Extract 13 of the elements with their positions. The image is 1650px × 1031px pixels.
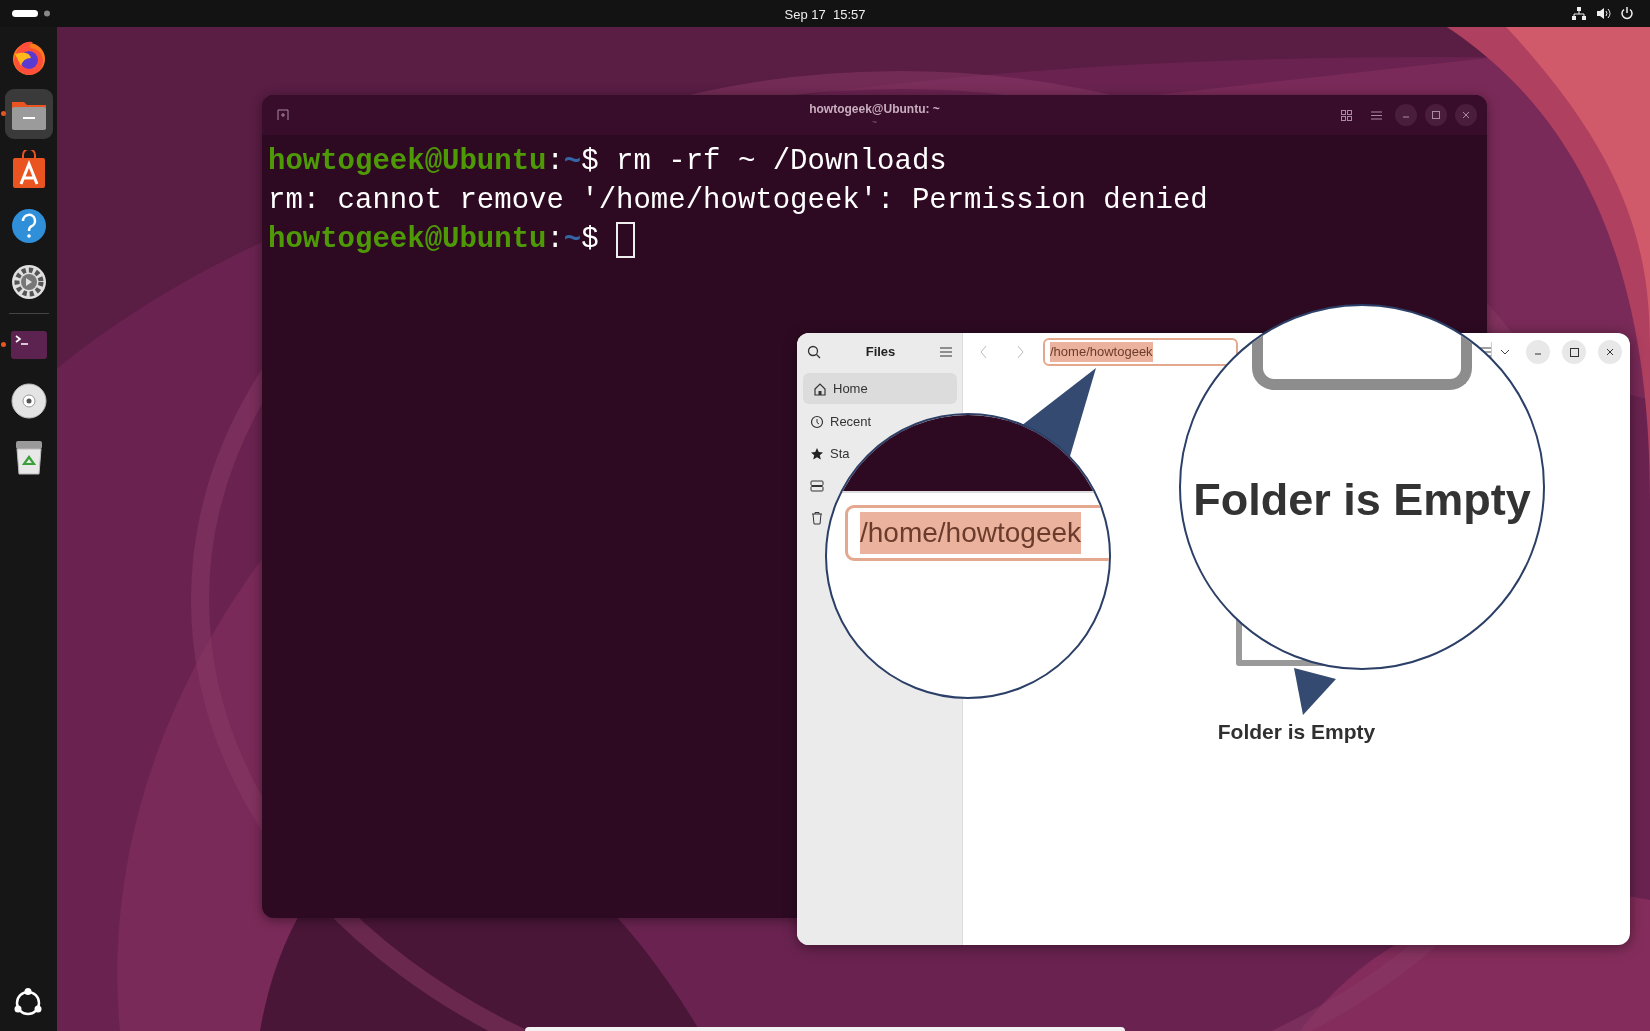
time[interactable]: 15:57 <box>832 7 866 22</box>
location-field[interactable]: /home/howtogeek <box>1043 338 1238 366</box>
terminal-prompt: howtogeek@Ubuntu:~$ <box>268 222 599 258</box>
empty-state-message: Folder is Empty <box>1192 473 1532 527</box>
date[interactable]: Sep 17 <box>784 7 826 22</box>
terminal-output: rm: cannot remove '/home/howtogeek': Permission denied <box>268 183 1208 219</box>
window-title: howtogeek@Ubuntu: ~ <box>809 101 940 118</box>
sidebar-item[interactable]: Home <box>803 373 957 404</box>
location-field: /home/howtogeek <box>845 505 1109 561</box>
empty-state-message: Folder is Empty <box>1217 719 1376 745</box>
window-subtitle: ~ <box>870 118 879 127</box>
sidebar-title: Files <box>865 343 896 362</box>
terminal-prompt: howtogeek@Ubuntu:~$ rm -rf ~ /Downloads <box>268 144 947 180</box>
